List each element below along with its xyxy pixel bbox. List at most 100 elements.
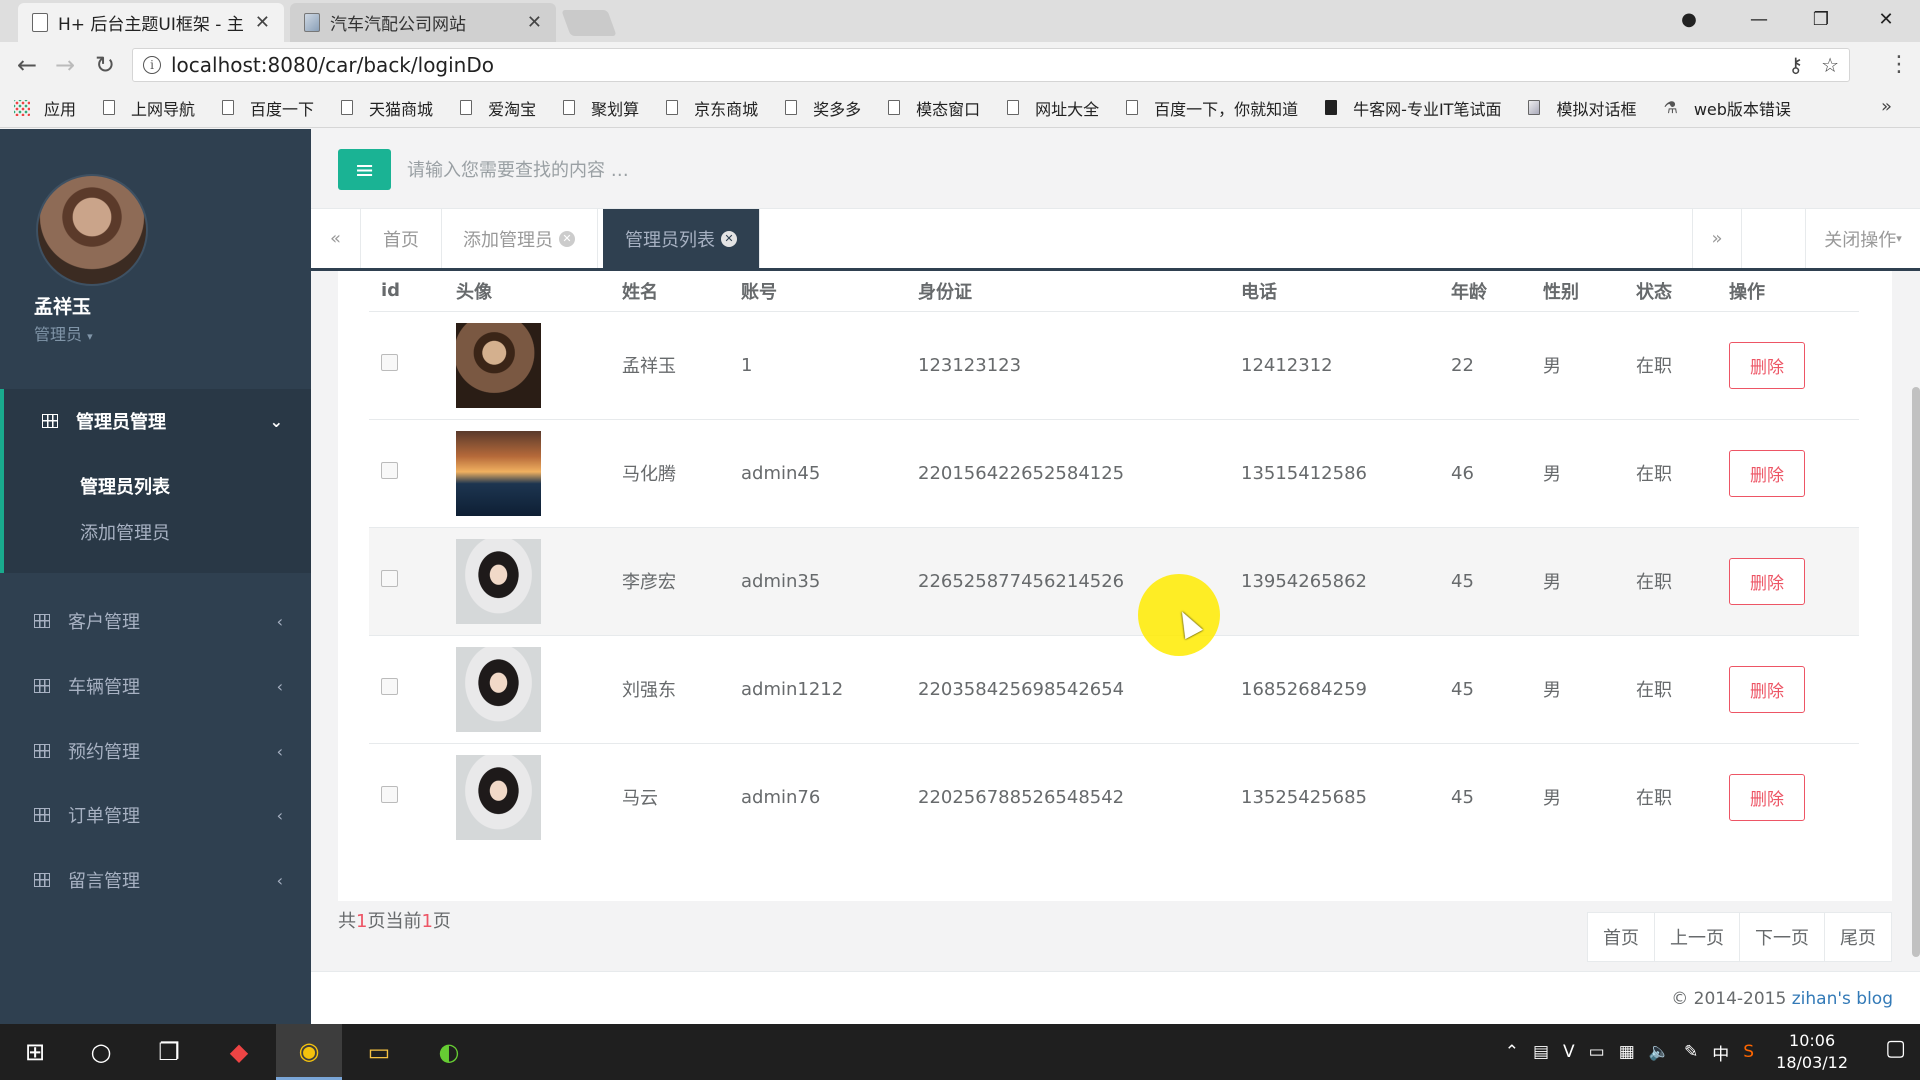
- delete-button[interactable]: 删除: [1729, 773, 1805, 821]
- bookmark-item[interactable]: 上网导航: [103, 96, 195, 120]
- bookmark-item[interactable]: 奖多多: [785, 96, 861, 120]
- bookmark-item[interactable]: 京东商城: [666, 96, 758, 120]
- browser-menu-icon[interactable]: ⋮: [1888, 52, 1910, 77]
- bookmark-item[interactable]: 百度一下: [222, 96, 314, 120]
- avatar-cell: [444, 311, 610, 420]
- bookmark-item[interactable]: 百度一下，你就知道: [1126, 96, 1298, 120]
- bookmark-item[interactable]: 牛客网-专业IT笔试面: [1325, 96, 1501, 120]
- sidebar-item-appointments[interactable]: 预约管理 ‹: [0, 719, 311, 783]
- delete-button[interactable]: 删除: [1729, 449, 1805, 497]
- chevron-up-icon[interactable]: ⌃: [1505, 1042, 1519, 1062]
- key-icon[interactable]: ⚷: [1788, 53, 1803, 77]
- pen-icon[interactable]: ✎: [1684, 1042, 1698, 1062]
- page-icon: [785, 100, 798, 115]
- search-circle-icon[interactable]: ○: [68, 1024, 134, 1080]
- reload-icon[interactable]: ↻: [90, 50, 120, 80]
- clock-time: 10:06: [1789, 1031, 1836, 1050]
- admin-table: id 头像 姓名 账号 身份证 电话 年龄 性别 状态 操作 孟祥玉 1 123…: [369, 271, 1859, 851]
- volume-icon[interactable]: 🔈: [1649, 1042, 1670, 1062]
- chevron-double-right-icon[interactable]: »: [1881, 96, 1892, 117]
- next-page-button[interactable]: 下一页: [1739, 912, 1825, 962]
- star-icon[interactable]: ☆: [1821, 53, 1839, 77]
- tab-home[interactable]: 首页: [361, 209, 442, 268]
- avatar-image: [456, 754, 541, 840]
- sidebar-item-customers[interactable]: 客户管理 ‹: [0, 589, 311, 653]
- submenu-item-admin-list[interactable]: 管理员列表: [80, 473, 170, 499]
- profile-role-dropdown[interactable]: 管理员 ▾: [34, 321, 93, 345]
- delete-button[interactable]: 删除: [1729, 341, 1805, 389]
- bookmark-item[interactable]: 模拟对话框: [1528, 96, 1636, 120]
- first-page-button[interactable]: 首页: [1587, 912, 1655, 962]
- app-icon[interactable]: ◆: [206, 1024, 272, 1080]
- avatar[interactable]: [36, 174, 148, 286]
- row-checkbox[interactable]: [381, 570, 398, 587]
- battery-icon[interactable]: ▭: [1589, 1042, 1605, 1062]
- sogou-icon[interactable]: S: [1743, 1042, 1754, 1062]
- bookmark-item[interactable]: 爱淘宝: [460, 96, 536, 120]
- bookmark-item[interactable]: 天猫商城: [341, 96, 433, 120]
- tab-admin-list[interactable]: 管理员列表 ✕: [603, 209, 760, 268]
- menu-toggle-button[interactable]: ≡: [338, 149, 391, 190]
- network-icon[interactable]: ▦: [1619, 1042, 1635, 1062]
- bookmark-item[interactable]: 网址大全: [1007, 96, 1099, 120]
- close-icon[interactable]: ✕: [255, 12, 270, 33]
- url-field[interactable]: i localhost:8080/car/back/loginDo ⚷ ☆: [132, 48, 1850, 82]
- last-page-button[interactable]: 尾页: [1824, 912, 1892, 962]
- row-checkbox[interactable]: [381, 678, 398, 695]
- system-clock[interactable]: 10:06 18/03/12: [1776, 1030, 1848, 1074]
- task-view-icon[interactable]: ❐: [136, 1024, 202, 1080]
- close-icon[interactable]: ✕: [721, 230, 737, 247]
- column-header: 姓名: [610, 271, 729, 312]
- bookmark-label: 奖多多: [813, 99, 862, 119]
- sidebar-item-messages[interactable]: 留言管理 ‹: [0, 848, 311, 912]
- delete-button[interactable]: 删除: [1729, 557, 1805, 605]
- row-checkbox[interactable]: [381, 354, 398, 371]
- windows-start-icon[interactable]: ⊞: [2, 1024, 68, 1080]
- sidebar-item-admin[interactable]: 管理员管理 ⌄: [0, 389, 311, 453]
- chrome-icon[interactable]: ◉: [276, 1024, 342, 1080]
- blog-link[interactable]: zihan's blog: [1792, 989, 1893, 1009]
- notification-icon[interactable]: ▢: [1885, 1036, 1906, 1061]
- prev-page-button[interactable]: 上一页: [1654, 912, 1740, 962]
- delete-button[interactable]: 删除: [1729, 665, 1805, 713]
- url-text[interactable]: localhost:8080/car/back/loginDo: [171, 53, 1770, 77]
- file-explorer-icon[interactable]: ▭: [346, 1024, 412, 1080]
- tabs-scroll-right-icon[interactable]: »: [1692, 209, 1742, 268]
- close-window-button[interactable]: ✕: [1855, 0, 1917, 38]
- bookmark-item[interactable]: 聚划算: [563, 96, 639, 120]
- pagination: 首页 上一页 下一页 尾页: [1587, 912, 1892, 962]
- gender-cell: 男: [1531, 311, 1624, 420]
- profile-icon[interactable]: ●: [1658, 0, 1720, 38]
- row-select-cell: [369, 419, 444, 528]
- bookmark-label: 百度一下: [250, 99, 315, 119]
- browser-tab-admin[interactable]: H+ 后台主题UI框架 - 主 ✕: [18, 3, 284, 42]
- new-tab-button[interactable]: [561, 10, 617, 36]
- row-checkbox[interactable]: [381, 786, 398, 804]
- bookmark-apps[interactable]: 应用: [14, 96, 76, 120]
- back-icon[interactable]: ←: [12, 50, 42, 80]
- idcard-cell: 220256788526548542: [918, 786, 1125, 808]
- search-input[interactable]: [407, 151, 907, 189]
- bookmark-item[interactable]: ⚗ web版本错误: [1663, 96, 1790, 120]
- tray-app-icon[interactable]: ▤: [1533, 1042, 1549, 1062]
- tabs-scroll-left-icon[interactable]: «: [311, 209, 361, 268]
- restore-button[interactable]: ❐: [1790, 0, 1852, 38]
- ime-indicator[interactable]: 中: [1712, 1040, 1729, 1065]
- tray-app-icon[interactable]: V: [1563, 1042, 1575, 1062]
- avatar-image: [456, 646, 541, 732]
- sidebar-item-vehicles[interactable]: 车辆管理 ‹: [0, 654, 311, 718]
- browser-tab-site[interactable]: 汽车汽配公司网站 ✕: [290, 3, 556, 42]
- forward-icon[interactable]: →: [50, 50, 80, 80]
- row-checkbox[interactable]: [381, 462, 398, 479]
- bookmark-item[interactable]: 模态窗口: [888, 96, 980, 120]
- scrollbar[interactable]: [1912, 387, 1920, 957]
- close-icon[interactable]: ✕: [559, 230, 575, 247]
- minimize-button[interactable]: —: [1728, 0, 1790, 38]
- tab-add-admin[interactable]: 添加管理员 ✕: [441, 209, 598, 268]
- sidebar-item-orders[interactable]: 订单管理 ‹: [0, 783, 311, 847]
- editor-app-icon[interactable]: ◐: [416, 1024, 482, 1080]
- close-operations-dropdown[interactable]: 关闭操作 ▾: [1805, 209, 1920, 268]
- info-icon[interactable]: i: [143, 56, 161, 74]
- close-icon[interactable]: ✕: [527, 12, 542, 33]
- submenu-item-add-admin[interactable]: 添加管理员: [80, 519, 170, 545]
